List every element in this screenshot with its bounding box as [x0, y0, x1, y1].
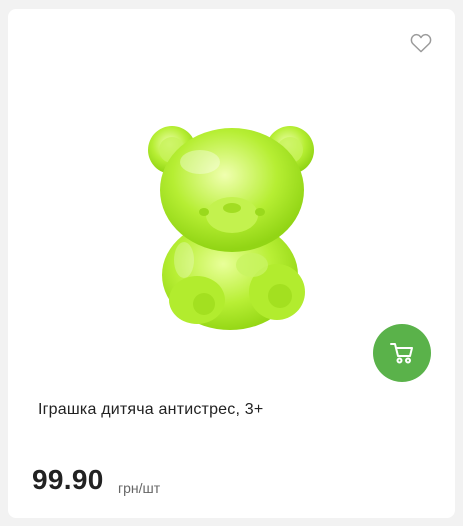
product-name[interactable]: Іграшка дитяча антистрес, 3+: [38, 401, 263, 419]
toy-bear-illustration: [148, 126, 314, 330]
heart-icon[interactable]: [410, 33, 432, 53]
cart-icon: [390, 343, 413, 364]
price-unit: грн/шт: [118, 480, 161, 496]
product-price: 99.90: [32, 464, 104, 495]
add-to-cart-button[interactable]: [373, 324, 431, 382]
product-image[interactable]: [142, 110, 322, 340]
